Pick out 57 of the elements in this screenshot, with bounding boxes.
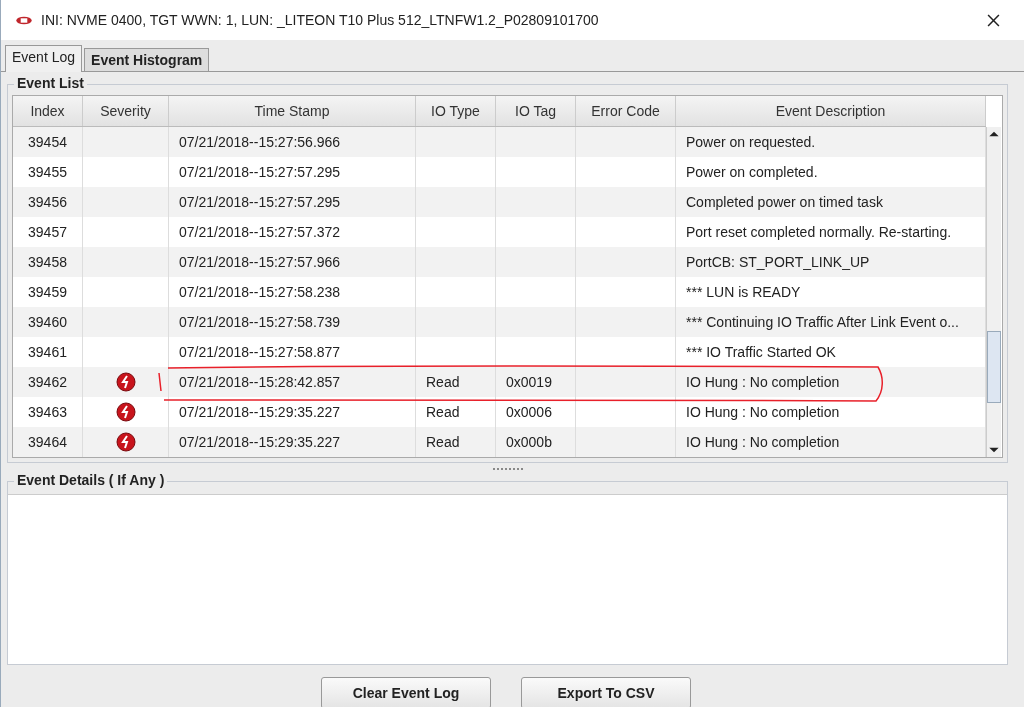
table-cell: 07/21/2018--15:27:57.295 xyxy=(179,164,341,180)
column-header[interactable]: Time Stamp xyxy=(169,96,416,126)
column-header[interactable]: Severity xyxy=(83,96,169,126)
table-cell: 39461 xyxy=(28,344,67,360)
action-button[interactable]: Clear Event Log xyxy=(321,677,491,707)
table-cell: 0x0006 xyxy=(506,404,552,420)
table-cell: Port reset completed normally. Re-starting. xyxy=(686,224,952,240)
table-cell: *** LUN is READY xyxy=(686,284,801,300)
table-cell: 39463 xyxy=(28,404,67,420)
table-cell: 07/21/2018--15:27:56.966 xyxy=(179,134,341,150)
table-cell: 39460 xyxy=(28,314,67,330)
action-button[interactable]: Export To CSV xyxy=(521,677,691,707)
group-title: Event List xyxy=(14,75,87,91)
group-title: Event Details ( If Any ) xyxy=(14,472,168,488)
tab[interactable]: Event Histogram xyxy=(84,48,210,71)
table-cell: IO Hung : No completion xyxy=(686,374,840,390)
table-cell: Read xyxy=(426,374,460,390)
column-header[interactable]: Index xyxy=(13,96,83,126)
table-cell: 07/21/2018--15:29:35.227 xyxy=(179,434,341,450)
table-cell: 39457 xyxy=(28,224,67,240)
table-cell: IO Hung : No completion xyxy=(686,434,840,450)
column-header[interactable]: IO Tag xyxy=(496,96,576,126)
table-cell: 39459 xyxy=(28,284,67,300)
window-title: INI: NVME 0400, TGT WWN: 1, LUN: _LITEON T10 Plus 512_LTNFW1.2_P02809101700 xyxy=(41,12,600,28)
table-cell: Power on requested. xyxy=(686,134,816,150)
table-cell: 39456 xyxy=(28,194,67,210)
table-cell: 07/21/2018--15:27:57.966 xyxy=(179,254,341,270)
table-cell: IO Hung : No completion xyxy=(686,404,840,420)
table-cell: 39455 xyxy=(28,164,67,180)
table-cell: Power on completed. xyxy=(686,164,818,180)
table-cell: 07/21/2018--15:27:58.877 xyxy=(179,344,341,360)
scrollbar-thumb[interactable] xyxy=(987,331,1001,403)
table-cell: 0x0019 xyxy=(506,374,552,390)
table-cell: 07/21/2018--15:27:57.295 xyxy=(179,194,341,210)
table-cell: *** Continuing IO Traffic After Link Event o... xyxy=(686,314,959,330)
table-cell: 39462 xyxy=(28,374,67,390)
app-icon xyxy=(15,14,33,26)
column-header[interactable]: Error Code xyxy=(576,96,676,126)
table-cell: 39458 xyxy=(28,254,67,270)
table-cell: 07/21/2018--15:27:57.372 xyxy=(179,224,341,240)
table-cell: 07/21/2018--15:28:42.857 xyxy=(179,374,341,390)
table-cell: 0x000b xyxy=(506,434,552,450)
table-cell: 07/21/2018--15:29:35.227 xyxy=(179,404,341,420)
table-cell: Read xyxy=(426,434,460,450)
table-cell: 39464 xyxy=(28,434,67,450)
table-cell: 07/21/2018--15:27:58.739 xyxy=(179,314,341,330)
table-cell: *** IO Traffic Started OK xyxy=(686,344,836,360)
table-cell: PortCB: ST_PORT_LINK_UP xyxy=(686,254,870,270)
splitter-handle[interactable] xyxy=(492,468,523,473)
table-cell: 39454 xyxy=(28,134,67,150)
table-cell: 07/21/2018--15:27:58.238 xyxy=(179,284,341,300)
table-cell: Read xyxy=(426,404,460,420)
column-header[interactable]: Event Description xyxy=(676,96,986,126)
close-icon[interactable] xyxy=(987,13,1000,27)
table-cell: Completed power on timed task xyxy=(686,194,883,210)
column-header[interactable]: IO Type xyxy=(416,96,496,126)
tab[interactable]: Event Log xyxy=(5,45,83,72)
